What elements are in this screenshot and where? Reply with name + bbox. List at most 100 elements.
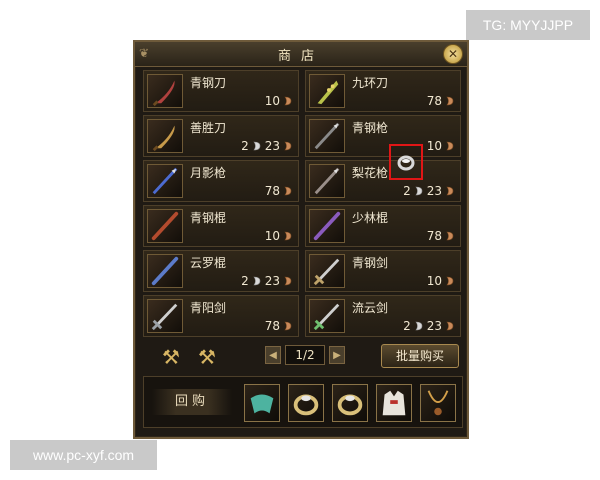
robe-icon[interactable] <box>376 384 412 422</box>
silver-amount: 2 <box>403 319 411 333</box>
title-bar[interactable]: ❦ 商店 ✕ <box>135 42 467 67</box>
pager: ◀ 1/2 ▶ <box>265 345 345 365</box>
ring-icon[interactable] <box>288 384 324 422</box>
copper-amount: 23 <box>264 139 280 153</box>
silver-amount: 2 <box>403 184 411 198</box>
shop-item-slot[interactable]: 青钢棍 10 <box>143 205 299 247</box>
sword-icon <box>309 299 345 333</box>
highlighted-ring-item[interactable] <box>389 144 423 180</box>
copper-coin-icon <box>444 95 456 107</box>
item-price: 78 <box>265 319 294 333</box>
copper-amount: 78 <box>264 184 280 198</box>
shop-item-slot[interactable]: 月影枪 78 <box>143 160 299 202</box>
silver-coin-icon <box>413 320 425 332</box>
page-indicator: 1/2 <box>285 345 325 365</box>
shop-item-slot[interactable]: 青钢刀 10 <box>143 70 299 112</box>
item-price: 2 23 <box>241 274 294 288</box>
necklace-icon[interactable] <box>420 384 456 422</box>
copper-amount: 10 <box>426 274 442 288</box>
copper-amount: 23 <box>426 319 442 333</box>
item-price: 10 <box>265 229 294 243</box>
close-icon: ✕ <box>447 47 459 61</box>
item-name: 梨花枪 <box>352 166 389 180</box>
ring-icon <box>397 155 415 171</box>
spear-icon <box>147 164 183 198</box>
item-name: 九环刀 <box>352 76 389 90</box>
copper-amount: 78 <box>426 229 442 243</box>
item-name: 云罗棍 <box>190 256 227 270</box>
spear-icon <box>309 164 345 198</box>
shop-item-slot[interactable]: 青钢枪 10 <box>305 115 461 157</box>
item-price: 78 <box>265 184 294 198</box>
bottom-toolbar: ⚒ ⚒ ◀ 1/2 ▶ 批量购买 <box>143 342 463 370</box>
copper-coin-icon <box>282 275 294 287</box>
watermark-tg: TG: MYYJJPP <box>466 10 590 40</box>
prev-page-button[interactable]: ◀ <box>265 346 281 364</box>
sword-icon <box>147 299 183 333</box>
ring-icon[interactable] <box>332 384 368 422</box>
item-price: 10 <box>427 139 456 153</box>
copper-coin-icon <box>444 230 456 242</box>
copper-amount: 10 <box>264 229 280 243</box>
buyback-panel: 回购 <box>143 376 463 428</box>
shop-item-slot[interactable]: 青钢剑 10 <box>305 250 461 292</box>
shop-item-slot[interactable]: 九环刀 78 <box>305 70 461 112</box>
shop-title: 商店 <box>277 49 324 64</box>
copper-amount: 10 <box>264 94 280 108</box>
item-grid: 青钢刀 10 九环刀 78 善胜刀 2 23 青钢枪 10 月影枪 78 梨花枪 2 23 青钢棍 10 少林棍… <box>143 70 463 340</box>
watermark-site: www.pc-xyf.com <box>10 440 157 470</box>
copper-coin-icon <box>444 320 456 332</box>
item-price: 10 <box>427 274 456 288</box>
copper-amount: 78 <box>264 319 280 333</box>
spear-icon <box>309 119 345 153</box>
copper-amount: 78 <box>426 94 442 108</box>
silver-coin-icon <box>251 140 263 152</box>
copper-coin-icon <box>282 185 294 197</box>
item-name: 善胜刀 <box>190 121 227 135</box>
staff-icon <box>147 209 183 243</box>
blade-icon <box>147 119 183 153</box>
item-name: 青钢枪 <box>352 121 389 135</box>
silver-amount: 2 <box>241 139 249 153</box>
copper-coin-icon <box>444 275 456 287</box>
shop-item-slot[interactable]: 云罗棍 2 23 <box>143 250 299 292</box>
copper-amount: 10 <box>426 139 442 153</box>
copper-amount: 23 <box>426 184 442 198</box>
silver-amount: 2 <box>241 274 249 288</box>
copper-coin-icon <box>282 230 294 242</box>
silver-coin-icon <box>251 275 263 287</box>
item-price: 78 <box>427 229 456 243</box>
sword-icon <box>309 254 345 288</box>
item-name: 少林棍 <box>352 211 389 225</box>
ring-blade-icon <box>309 74 345 108</box>
blade-icon <box>147 74 183 108</box>
item-price: 2 23 <box>403 184 456 198</box>
shop-item-slot[interactable]: 梨花枪 2 23 <box>305 160 461 202</box>
item-name: 流云剑 <box>352 301 389 315</box>
item-price: 10 <box>265 94 294 108</box>
bulk-buy-button[interactable]: 批量购买 <box>381 344 459 368</box>
item-price: 78 <box>427 94 456 108</box>
copper-coin-icon <box>444 140 456 152</box>
staff-icon <box>147 254 183 288</box>
shop-window: ❦ 商店 ✕ 青钢刀 10 九环刀 78 善胜刀 2 23 青钢枪 10 月影枪 78 梨花枪 2 23 青… <box>133 40 469 439</box>
shop-item-slot[interactable]: 青阳剑 78 <box>143 295 299 337</box>
item-name: 青钢棍 <box>190 211 227 225</box>
copper-coin-icon <box>282 320 294 332</box>
silver-coin-icon <box>413 185 425 197</box>
copper-coin-icon <box>282 140 294 152</box>
shop-item-slot[interactable]: 善胜刀 2 23 <box>143 115 299 157</box>
shop-item-slot[interactable]: 少林棍 78 <box>305 205 461 247</box>
item-name: 青钢刀 <box>190 76 227 90</box>
close-button[interactable]: ✕ <box>443 44 463 64</box>
item-price: 2 23 <box>241 139 294 153</box>
copper-coin-icon <box>444 185 456 197</box>
copper-amount: 23 <box>264 274 280 288</box>
ribbon-icon[interactable] <box>244 384 280 422</box>
shop-item-slot[interactable]: 流云剑 2 23 <box>305 295 461 337</box>
next-page-button[interactable]: ▶ <box>329 346 345 364</box>
staff-icon <box>309 209 345 243</box>
copper-coin-icon <box>282 95 294 107</box>
hammer-icon[interactable]: ⚒ <box>157 344 185 370</box>
repair-all-icon[interactable]: ⚒ <box>193 344 221 370</box>
